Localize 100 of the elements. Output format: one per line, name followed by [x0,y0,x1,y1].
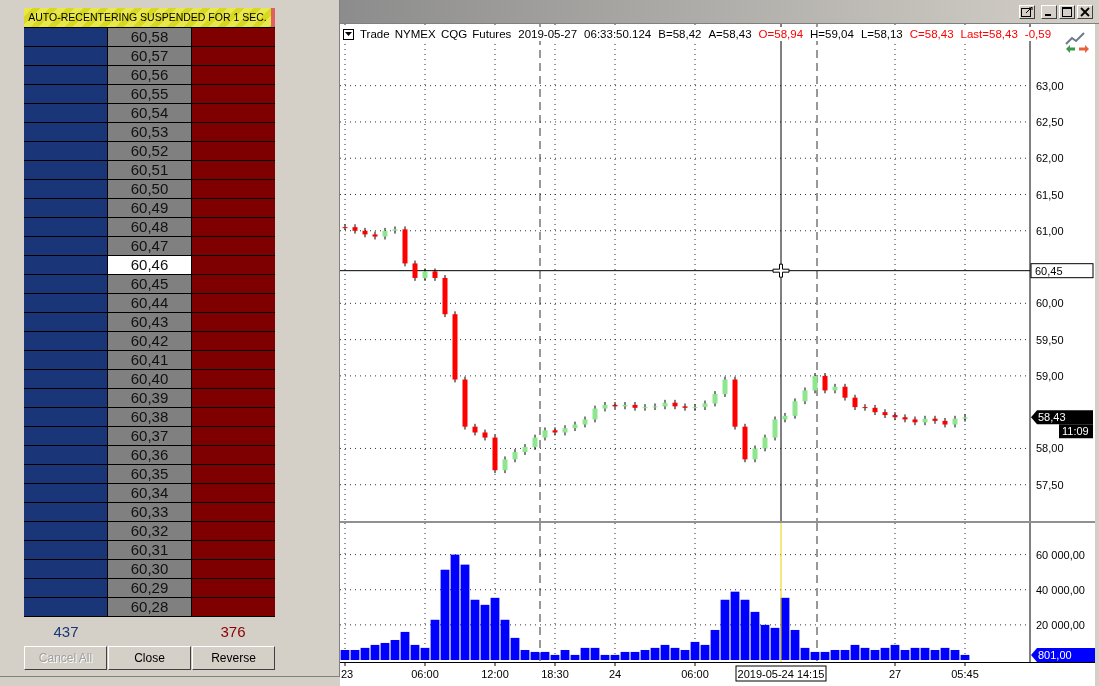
ask-cell[interactable] [191,579,275,598]
ask-cell[interactable] [191,123,275,142]
ladder-button[interactable]: Close [108,646,191,670]
bid-cell[interactable] [24,104,108,123]
price-cell[interactable]: 60,32 [108,522,191,541]
ask-cell[interactable] [191,161,275,180]
bid-cell[interactable] [24,180,108,199]
price-cell[interactable]: 60,38 [108,408,191,427]
bid-cell[interactable] [24,484,108,503]
price-cell[interactable]: 60,55 [108,85,191,104]
dropdown-icon[interactable] [343,28,354,40]
bid-cell[interactable] [24,28,108,47]
price-cell[interactable]: 60,48 [108,218,191,237]
price-cell[interactable]: 60,30 [108,560,191,579]
ask-cell[interactable] [191,47,275,66]
popout-icon[interactable] [1019,4,1035,19]
bid-cell[interactable] [24,351,108,370]
ask-cell[interactable] [191,180,275,199]
price-cell[interactable]: 60,37 [108,427,191,446]
ask-cell[interactable] [191,370,275,389]
minimize-icon[interactable] [1041,4,1057,19]
ask-cell[interactable] [191,85,275,104]
price-cell[interactable]: 60,41 [108,351,191,370]
price-cell[interactable]: 60,53 [108,123,191,142]
ask-cell[interactable] [191,427,275,446]
bid-cell[interactable] [24,142,108,161]
bid-cell[interactable] [24,503,108,522]
bid-cell[interactable] [24,275,108,294]
price-cell[interactable]: 60,35 [108,465,191,484]
bid-cell[interactable] [24,123,108,142]
price-cell[interactable]: 60,31 [108,541,191,560]
price-cell[interactable]: 60,42 [108,332,191,351]
bid-cell[interactable] [24,522,108,541]
price-cell[interactable]: 60,36 [108,446,191,465]
ask-cell[interactable] [191,484,275,503]
ask-cell[interactable] [191,199,275,218]
bid-cell[interactable] [24,465,108,484]
price-cell[interactable]: 60,52 [108,142,191,161]
bid-cell[interactable] [24,541,108,560]
bid-cell[interactable] [24,560,108,579]
price-cell[interactable]: 60,45 [108,275,191,294]
price-cell[interactable]: 60,40 [108,370,191,389]
bid-cell[interactable] [24,332,108,351]
bid-cell[interactable] [24,47,108,66]
ask-cell[interactable] [191,218,275,237]
bid-cell[interactable] [24,237,108,256]
price-cell[interactable]: 60,54 [108,104,191,123]
bid-cell[interactable] [24,161,108,180]
bid-cell[interactable] [24,408,108,427]
ask-cell[interactable] [191,294,275,313]
ask-cell[interactable] [191,275,275,294]
bid-cell[interactable] [24,199,108,218]
price-cell[interactable]: 60,46 [108,256,191,275]
ask-cell[interactable] [191,465,275,484]
close-icon[interactable] [1077,4,1093,19]
price-cell[interactable]: 60,33 [108,503,191,522]
bid-cell[interactable] [24,598,108,617]
ask-cell[interactable] [191,66,275,85]
ask-cell[interactable] [191,522,275,541]
ask-cell[interactable] [191,28,275,47]
ask-cell[interactable] [191,598,275,617]
price-cell[interactable]: 60,57 [108,47,191,66]
price-cell[interactable]: 60,56 [108,66,191,85]
ask-cell[interactable] [191,408,275,427]
price-cell[interactable]: 60,29 [108,579,191,598]
ask-cell[interactable] [191,142,275,161]
ask-cell[interactable] [191,560,275,579]
price-cell[interactable]: 60,39 [108,389,191,408]
bid-cell[interactable] [24,256,108,275]
price-cell[interactable]: 60,49 [108,199,191,218]
price-cell[interactable]: 60,28 [108,598,191,617]
maximize-icon[interactable] [1059,4,1075,19]
price-cell[interactable]: 60,58 [108,28,191,47]
bid-cell[interactable] [24,427,108,446]
bid-cell[interactable] [24,313,108,332]
bid-cell[interactable] [24,66,108,85]
bid-cell[interactable] [24,389,108,408]
price-cell[interactable]: 60,44 [108,294,191,313]
ladder-button[interactable]: Reverse [192,646,275,670]
ask-cell[interactable] [191,313,275,332]
price-cell[interactable]: 60,51 [108,161,191,180]
bid-cell[interactable] [24,294,108,313]
bid-cell[interactable] [24,85,108,104]
chart-trend-icon[interactable] [1065,32,1089,53]
bid-cell[interactable] [24,579,108,598]
bid-cell[interactable] [24,218,108,237]
price-cell[interactable]: 60,50 [108,180,191,199]
ask-cell[interactable] [191,104,275,123]
price-cell[interactable]: 60,47 [108,237,191,256]
price-cell[interactable]: 60,34 [108,484,191,503]
ask-cell[interactable] [191,503,275,522]
ask-cell[interactable] [191,256,275,275]
ask-cell[interactable] [191,332,275,351]
ask-cell[interactable] [191,541,275,560]
ask-cell[interactable] [191,446,275,465]
bid-cell[interactable] [24,370,108,389]
price-cell[interactable]: 60,43 [108,313,191,332]
bid-cell[interactable] [24,446,108,465]
ask-cell[interactable] [191,237,275,256]
ask-cell[interactable] [191,351,275,370]
